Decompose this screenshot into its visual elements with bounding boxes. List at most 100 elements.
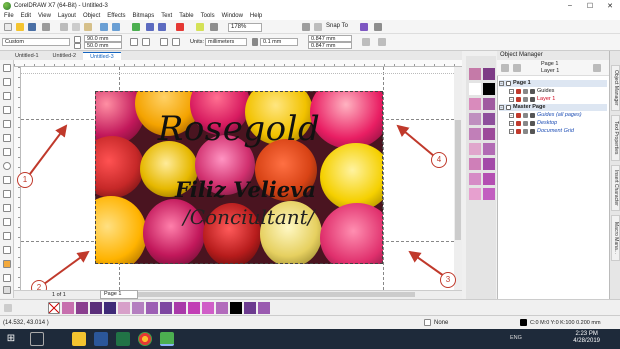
- object-tree-label: Page 1: [513, 80, 531, 86]
- document-palette-swatch[interactable]: [160, 302, 172, 314]
- document-palette-swatch[interactable]: [90, 302, 102, 314]
- marker-3: 3: [440, 272, 456, 288]
- palette-swatch[interactable]: [483, 173, 495, 185]
- document-palette-swatch[interactable]: [104, 302, 116, 314]
- object-tree-label: Desktop: [537, 120, 558, 126]
- object-tree-row[interactable]: − Layer 1: [499, 96, 607, 103]
- marker-1: 1: [17, 172, 33, 188]
- docker-tab-insert-character[interactable]: Insert Character: [611, 165, 620, 211]
- palette-swatch[interactable]: [469, 128, 481, 140]
- task-view-icon[interactable]: [30, 332, 44, 346]
- palette-swatch[interactable]: [469, 98, 481, 110]
- layer-manager-view-icon[interactable]: [501, 64, 509, 72]
- windows-start-icon[interactable]: ⊞: [4, 332, 18, 346]
- palette-swatch[interactable]: [469, 113, 481, 125]
- eye-icon[interactable]: [516, 113, 521, 118]
- expand-icon[interactable]: −: [509, 113, 514, 118]
- page-tab-1[interactable]: Page 1: [100, 290, 138, 299]
- palette-swatch[interactable]: [483, 98, 495, 110]
- chrome-icon[interactable]: [138, 332, 152, 346]
- palette-swatch[interactable]: [469, 188, 481, 200]
- fill-none-icon[interactable]: [424, 319, 431, 326]
- print-icon[interactable]: [523, 129, 528, 134]
- expand-icon[interactable]: −: [509, 97, 514, 102]
- object-tree-row[interactable]: − Guides: [499, 88, 607, 95]
- palette-swatch[interactable]: [483, 188, 495, 200]
- lock-icon[interactable]: [530, 129, 535, 134]
- document-palette-swatch[interactable]: [132, 302, 144, 314]
- excel-icon[interactable]: [116, 332, 130, 346]
- expand-icon[interactable]: −: [509, 121, 514, 126]
- expand-icon[interactable]: −: [499, 81, 504, 86]
- palette-swatch[interactable]: [469, 173, 481, 185]
- eye-icon[interactable]: [516, 121, 521, 126]
- palette-swatch[interactable]: [469, 83, 481, 95]
- document-palette-swatch[interactable]: [258, 302, 270, 314]
- windows-taskbar: ⊞: [0, 329, 620, 349]
- document-palette-swatch[interactable]: [118, 302, 130, 314]
- page-icon[interactable]: [513, 64, 521, 72]
- current-page-label: Page 1: [541, 61, 559, 67]
- docker-tab-text-properties[interactable]: Text Properties: [611, 115, 620, 161]
- lock-icon[interactable]: [530, 121, 535, 126]
- word-icon[interactable]: [94, 332, 108, 346]
- marker-4: 4: [431, 152, 447, 168]
- print-icon[interactable]: [523, 97, 528, 102]
- expand-icon[interactable]: −: [509, 129, 514, 134]
- palette-swatch[interactable]: [483, 143, 495, 155]
- coreldraw-taskbar-icon[interactable]: [160, 332, 174, 346]
- document-palette-swatch[interactable]: [202, 302, 214, 314]
- taskbar-language[interactable]: ENG: [510, 335, 522, 341]
- taskbar-clock[interactable]: 2:23 PM 4/28/2019: [573, 331, 600, 345]
- palette-swatch[interactable]: [483, 128, 495, 140]
- object-tree-label: Layer 1: [537, 96, 556, 102]
- document-palette-swatch[interactable]: [76, 302, 88, 314]
- docker-tab-object-manager[interactable]: Object Manager: [611, 65, 620, 111]
- document-palette-swatch[interactable]: [216, 302, 228, 314]
- object-manager-title: Object Manager: [497, 51, 609, 60]
- palette-swatch[interactable]: [483, 113, 495, 125]
- document-palette-swatch[interactable]: [174, 302, 186, 314]
- palette-swatch[interactable]: [483, 83, 495, 95]
- eye-icon[interactable]: [516, 89, 521, 94]
- object-manager-options-icon[interactable]: [593, 64, 601, 72]
- object-tree-row[interactable]: − Desktop: [499, 120, 607, 127]
- document-palette-swatch[interactable]: [146, 302, 158, 314]
- object-tree-row[interactable]: − Document Grid: [499, 128, 607, 135]
- document-palette-swatch[interactable]: [230, 302, 242, 314]
- expand-icon[interactable]: −: [509, 89, 514, 94]
- palette-eyedropper-icon[interactable]: [4, 304, 12, 312]
- document-palette-swatch[interactable]: [62, 302, 74, 314]
- print-icon[interactable]: [523, 121, 528, 126]
- document-palette-swatch[interactable]: [244, 302, 256, 314]
- palette-swatch[interactable]: [483, 68, 495, 80]
- no-color-swatch[interactable]: [48, 302, 60, 314]
- print-icon[interactable]: [523, 89, 528, 94]
- lock-icon[interactable]: [530, 89, 535, 94]
- page-count: 1 of 1: [52, 291, 66, 298]
- status-bar: (14.532, 43.014 ) None C:0 M:0 Y:0 K:100…: [0, 315, 620, 329]
- arrow-4: [396, 124, 435, 157]
- file-explorer-icon[interactable]: [72, 332, 86, 346]
- palette-swatch[interactable]: [469, 143, 481, 155]
- object-tree-row[interactable]: − Master Page: [499, 104, 607, 111]
- color-palette-vertical: [466, 56, 496, 299]
- print-icon[interactable]: [523, 113, 528, 118]
- eye-icon[interactable]: [516, 97, 521, 102]
- document-palette-swatch[interactable]: [188, 302, 200, 314]
- object-tree-row[interactable]: − Guides (all pages): [499, 112, 607, 119]
- palette-swatch[interactable]: [469, 68, 481, 80]
- palette-swatch[interactable]: [483, 158, 495, 170]
- lock-icon[interactable]: [530, 97, 535, 102]
- lock-icon[interactable]: [530, 113, 535, 118]
- object-tree-label: Guides (all pages): [537, 112, 582, 118]
- clock-date: 4/28/2019: [573, 338, 600, 344]
- outline-color-icon[interactable]: [520, 319, 527, 326]
- expand-icon[interactable]: −: [499, 105, 504, 110]
- eye-icon[interactable]: [516, 129, 521, 134]
- docker-tab-macro-manager[interactable]: Macro Mana...: [611, 215, 620, 261]
- palette-swatch[interactable]: [469, 158, 481, 170]
- object-tree-row[interactable]: − Page 1: [499, 80, 607, 87]
- docker-tabs: Object Manager Text Properties Insert Ch…: [609, 51, 620, 299]
- horizontal-scroll-thumb[interactable]: [120, 292, 415, 297]
